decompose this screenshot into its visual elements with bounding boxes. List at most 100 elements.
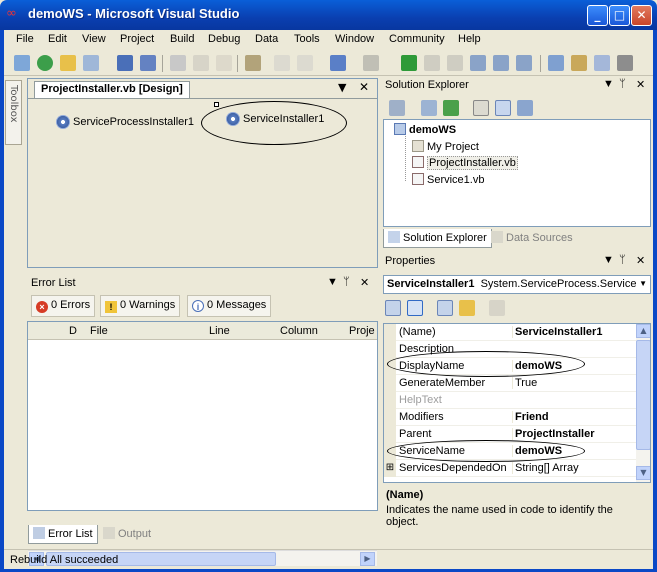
property-row-servicesdependedon[interactable]: ⊞ ServicesDependedOn String[] Array bbox=[384, 460, 636, 477]
menu-help[interactable]: Help bbox=[458, 33, 481, 45]
property-row-modifiers[interactable]: Modifiers Friend bbox=[384, 409, 636, 426]
selection-handle[interactable] bbox=[214, 102, 219, 107]
column-line[interactable]: Line bbox=[209, 325, 230, 337]
project-installer-node[interactable]: ProjectInstaller.vb bbox=[412, 156, 518, 170]
paste-icon[interactable] bbox=[216, 55, 232, 71]
property-pages-icon[interactable] bbox=[489, 300, 505, 316]
show-all-files-icon[interactable] bbox=[421, 100, 437, 116]
menu-file[interactable]: File bbox=[16, 33, 34, 45]
property-grid: (Name) ServiceInstaller1 Description Disp… bbox=[383, 323, 651, 483]
properties-icon[interactable] bbox=[389, 100, 405, 116]
object-browser-icon[interactable] bbox=[594, 55, 610, 71]
cut-icon[interactable] bbox=[170, 55, 186, 71]
properties-view-icon[interactable] bbox=[437, 300, 453, 316]
menu-community[interactable]: Community bbox=[389, 33, 445, 45]
error-list-tabs: Error List Output bbox=[27, 525, 378, 545]
close-icon[interactable]: ✕ bbox=[636, 254, 645, 267]
scroll-thumb[interactable] bbox=[636, 340, 650, 450]
solution-explorer-title: Solution Explorer bbox=[385, 79, 469, 91]
scroll-up-icon[interactable]: ▲ bbox=[636, 324, 650, 338]
view-designer-icon[interactable] bbox=[495, 100, 511, 116]
categorized-icon[interactable] bbox=[385, 300, 401, 316]
maximize-button[interactable]: □ bbox=[609, 5, 630, 26]
add-item-icon[interactable] bbox=[37, 55, 53, 71]
comment-icon[interactable] bbox=[274, 55, 290, 71]
close-icon[interactable]: ✕ bbox=[360, 276, 369, 289]
property-row-helptext[interactable]: HelpText bbox=[384, 392, 636, 409]
menu-project[interactable]: Project bbox=[120, 33, 154, 45]
object-selector[interactable]: ServiceInstaller1 System.ServiceProcess.… bbox=[383, 275, 651, 294]
project-node[interactable]: demoWS bbox=[394, 123, 456, 136]
column-file[interactable]: File bbox=[90, 325, 108, 337]
view-class-diagram-icon[interactable] bbox=[517, 100, 533, 116]
window-position-icon[interactable]: ▼ bbox=[603, 78, 614, 90]
solution-explorer-panel: Solution Explorer ▼ ᛘ ✕ demoWS My Projec… bbox=[381, 77, 653, 249]
menu-build[interactable]: Build bbox=[170, 33, 194, 45]
designer-close-icon[interactable]: ✕ bbox=[359, 80, 369, 94]
save-icon[interactable] bbox=[117, 55, 133, 71]
menu-window[interactable]: Window bbox=[335, 33, 374, 45]
close-button[interactable]: ✕ bbox=[631, 5, 652, 26]
scroll-down-icon[interactable]: ▼ bbox=[636, 466, 650, 480]
property-name: (Name) bbox=[399, 326, 436, 338]
messages-filter-button[interactable]: i0 Messages bbox=[187, 295, 272, 317]
column-column[interactable]: Column bbox=[280, 325, 318, 337]
properties-window-icon[interactable] bbox=[571, 55, 587, 71]
redo-icon[interactable] bbox=[363, 55, 379, 71]
menu-edit[interactable]: Edit bbox=[48, 33, 67, 45]
open-file-icon[interactable] bbox=[60, 55, 76, 71]
menu-view[interactable]: View bbox=[82, 33, 106, 45]
service1-node[interactable]: Service1.vb bbox=[412, 173, 484, 186]
events-icon[interactable] bbox=[459, 300, 475, 316]
pause-icon[interactable] bbox=[424, 55, 440, 71]
window-position-icon[interactable]: ▼ bbox=[327, 276, 338, 288]
solution-explorer-icon[interactable] bbox=[548, 55, 564, 71]
view-code-icon[interactable] bbox=[473, 100, 489, 116]
my-project-node[interactable]: My Project bbox=[412, 140, 479, 153]
refresh-icon[interactable] bbox=[443, 100, 459, 116]
find-icon[interactable] bbox=[245, 55, 261, 71]
chevron-down-icon[interactable]: ▼ bbox=[639, 279, 647, 288]
service-process-installer-component[interactable]: ServiceProcessInstaller1 bbox=[56, 115, 194, 129]
alphabetical-icon[interactable] bbox=[407, 300, 423, 316]
copy-icon[interactable] bbox=[193, 55, 209, 71]
stop-icon[interactable] bbox=[447, 55, 463, 71]
step-over-icon[interactable] bbox=[493, 55, 509, 71]
column-project[interactable]: Proje bbox=[349, 325, 375, 337]
step-into-icon[interactable] bbox=[470, 55, 486, 71]
tab-output[interactable]: Output bbox=[99, 525, 155, 544]
error-filter-bar: × 0 Errors ! 0 Warnings i0 Messages bbox=[29, 295, 376, 319]
toolbox-icon[interactable] bbox=[617, 55, 633, 71]
property-row-name[interactable]: (Name) ServiceInstaller1 bbox=[384, 324, 636, 341]
messages-count: 0 Messages bbox=[207, 299, 267, 311]
new-project-icon[interactable] bbox=[14, 55, 30, 71]
warnings-filter-button[interactable]: ! 0 Warnings bbox=[100, 295, 181, 317]
menu-debug[interactable]: Debug bbox=[208, 33, 240, 45]
tab-data-sources[interactable]: Data Sources bbox=[487, 229, 577, 248]
uncomment-icon[interactable] bbox=[297, 55, 313, 71]
menu-data[interactable]: Data bbox=[255, 33, 278, 45]
undo-icon[interactable] bbox=[330, 55, 346, 71]
step-out-icon[interactable] bbox=[516, 55, 532, 71]
tab-dropdown-icon[interactable]: ▼ bbox=[338, 81, 346, 94]
vertical-scrollbar[interactable]: ▲ ▼ bbox=[636, 324, 650, 482]
column-description[interactable]: D bbox=[69, 325, 77, 337]
toolbox-tab[interactable]: Toolbox bbox=[5, 80, 22, 145]
property-row-generatemember[interactable]: GenerateMember True bbox=[384, 375, 636, 392]
pin-icon[interactable]: ᛘ bbox=[619, 78, 626, 90]
errors-filter-button[interactable]: × 0 Errors bbox=[31, 295, 96, 317]
close-icon[interactable]: ✕ bbox=[636, 78, 645, 91]
minimize-button[interactable]: _ bbox=[587, 5, 608, 26]
designer-tab[interactable]: ProjectInstaller.vb [Design] bbox=[34, 81, 190, 98]
save-all-icon[interactable] bbox=[140, 55, 156, 71]
add-new-item-icon[interactable] bbox=[83, 55, 99, 71]
pin-icon[interactable]: ᛘ bbox=[343, 276, 350, 288]
app-icon: ∞ bbox=[6, 6, 17, 21]
expand-icon[interactable]: ⊞ bbox=[384, 460, 396, 477]
window-position-icon[interactable]: ▼ bbox=[603, 254, 614, 266]
start-debugging-icon[interactable] bbox=[401, 55, 417, 71]
tab-error-list[interactable]: Error List bbox=[28, 525, 98, 544]
tab-solution-explorer[interactable]: Solution Explorer bbox=[383, 229, 492, 248]
menu-tools[interactable]: Tools bbox=[294, 33, 320, 45]
pin-icon[interactable]: ᛘ bbox=[619, 254, 626, 266]
